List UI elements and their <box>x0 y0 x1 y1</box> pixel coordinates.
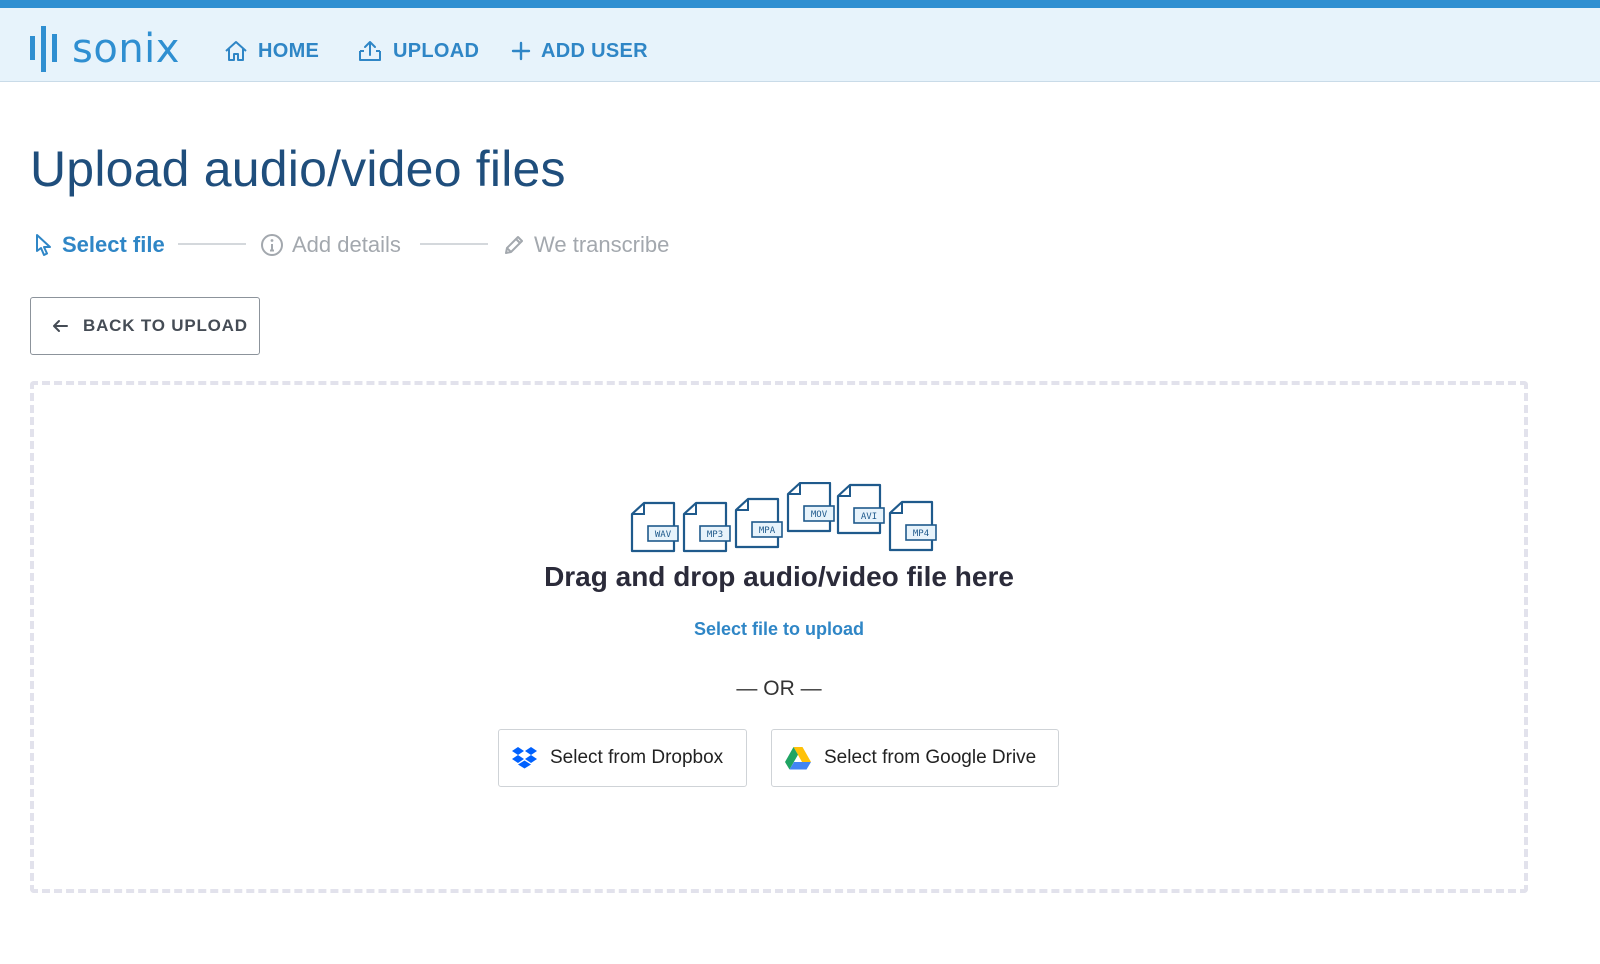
or-divider: — OR — <box>736 677 822 700</box>
dropbox-icon <box>512 747 537 769</box>
step-we-transcribe-label: We transcribe <box>534 232 670 257</box>
back-to-upload-label: BACK TO UPLOAD <box>83 316 248 335</box>
sonix-logo[interactable]: sonix <box>30 26 180 72</box>
nav-upload-label: UPLOAD <box>393 39 480 62</box>
plus-icon <box>511 41 531 61</box>
file-type-label: MP3 <box>707 530 723 540</box>
nav-home[interactable]: HOME <box>224 36 319 66</box>
upload-icon <box>359 41 381 61</box>
file-type-label: MP4 <box>913 529 929 539</box>
nav-upload[interactable]: UPLOAD <box>357 36 479 66</box>
brand-name: sonix <box>72 26 180 72</box>
sonix-bars-icon <box>30 26 57 72</box>
file-type-label: AVI <box>861 512 877 522</box>
nav-home-label: HOME <box>258 39 320 62</box>
step-select-file: Select file <box>32 230 165 260</box>
google-drive-icon <box>785 747 811 770</box>
step-select-file-label: Select file <box>62 232 165 257</box>
file-types-icon: WAV MP3 MPA MOV AVI MP4 <box>630 482 937 553</box>
top-navbar: sonix HOME UPLOAD ADD USER <box>0 8 1600 82</box>
cursor-icon <box>36 234 51 256</box>
file-type-label: MPA <box>759 526 776 536</box>
nav-add-user-label: ADD USER <box>541 39 648 62</box>
page-title: Upload audio/video files <box>30 141 566 197</box>
drag-drop-heading: Drag and drop audio/video file here <box>544 561 1014 592</box>
back-to-upload-button[interactable]: BACK TO UPLOAD <box>30 297 260 355</box>
top-accent-strip <box>0 0 1600 8</box>
nav-add-user[interactable]: ADD USER <box>511 36 648 66</box>
select-file-link[interactable]: Select file to upload <box>34 619 1524 640</box>
google-drive-button-label: Select from Google Drive <box>824 747 1037 768</box>
file-type-label: MOV <box>811 510 828 520</box>
step-add-details-label: Add details <box>292 232 401 257</box>
select-from-dropbox-button[interactable]: Select from Dropbox <box>498 729 747 787</box>
step-connector <box>178 243 246 245</box>
arrow-left-icon <box>53 320 68 332</box>
info-icon <box>261 234 283 256</box>
step-add-details: Add details <box>260 230 401 260</box>
file-dropzone[interactable]: WAV MP3 MPA MOV AVI MP4 Drag and drop au… <box>30 381 1528 893</box>
pencil-icon <box>505 236 523 254</box>
file-type-label: WAV <box>655 530 672 540</box>
select-from-google-drive-button[interactable]: Select from Google Drive <box>771 729 1059 787</box>
step-we-transcribe: We transcribe <box>502 230 669 260</box>
dropbox-button-label: Select from Dropbox <box>550 747 724 768</box>
step-connector <box>420 243 488 245</box>
home-icon <box>225 41 247 61</box>
